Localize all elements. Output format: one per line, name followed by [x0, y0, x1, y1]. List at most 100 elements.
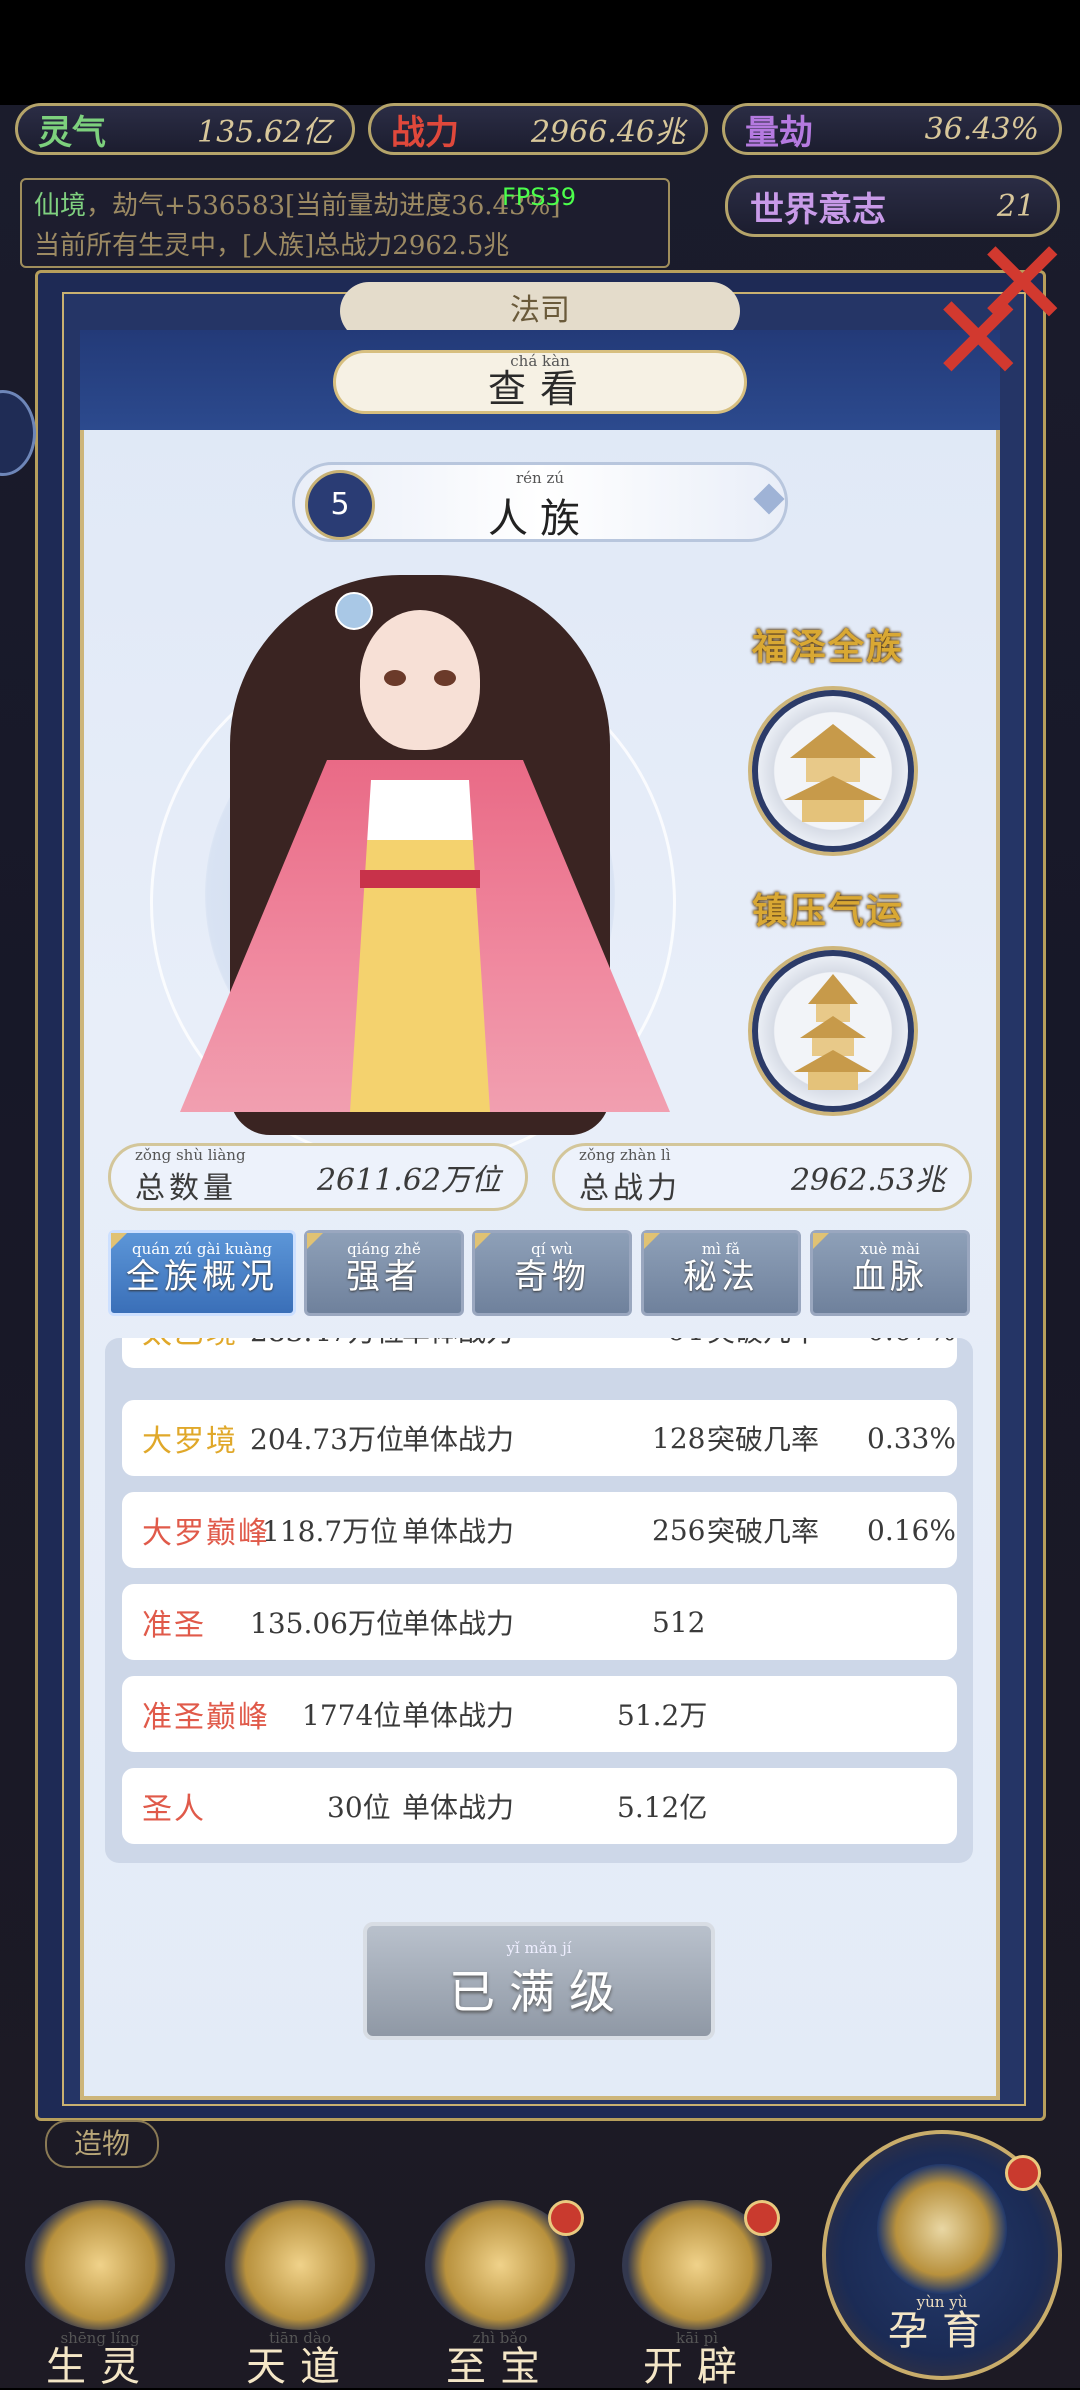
title-text: 查看 — [487, 367, 592, 411]
total-count-label: 总数量 — [135, 1171, 237, 1206]
pavilion-icon[interactable] — [752, 690, 914, 852]
stat-calamity[interactable]: 量劫 36.43% — [722, 103, 1062, 155]
break-rate: 0.16% — [867, 1513, 956, 1547]
total-power-ruby: zǒng zhàn lì — [579, 1146, 671, 1164]
fps-counter: FPS39 — [502, 183, 577, 211]
list-item: 准圣巅峰 1774位 单体战力 51.2万 — [122, 1676, 957, 1752]
tab-label: 全族概况 — [126, 1257, 278, 1297]
list-item: 圣人 30位 单体战力 5.12亿 — [122, 1768, 957, 1844]
character-sash — [360, 870, 480, 888]
tab-label: 血脉 — [852, 1257, 928, 1297]
break-rate: 0.33% — [867, 1421, 956, 1455]
stat-value: 135.62亿 — [197, 115, 332, 150]
button-ruby: yǐ mǎn jí — [506, 1939, 572, 1957]
total-power-value: 2962.53兆 — [790, 1163, 945, 1198]
tab-ruby: xuè mài — [860, 1240, 920, 1258]
nav-heavenly-dao[interactable]: tiān dào 天道 — [215, 2200, 385, 2388]
nav-label: 生灵 — [46, 2344, 154, 2390]
nav-creatures[interactable]: shēng líng 生灵 — [15, 2200, 185, 2388]
hair-flower-icon — [335, 592, 373, 630]
realm-name: 圣人 — [142, 1792, 206, 1827]
realm-list[interactable]: 太乙境 283.47万位 单体战力 64 突破几率 0.67% 大罗境 204.… — [105, 1338, 973, 1863]
realm-name: 太乙境 — [142, 1338, 238, 1352]
total-count-label-group: zǒng shù liàng 总数量 — [135, 1147, 246, 1207]
tab-overview[interactable]: quán zú gài kuàng 全族概况 — [108, 1230, 296, 1316]
realm-name: 准圣巅峰 — [142, 1700, 270, 1735]
stat-label: 战力 — [391, 112, 459, 153]
stat-power[interactable]: 战力 2966.46兆 — [368, 103, 708, 155]
character-face — [360, 610, 480, 750]
list-item: 大罗境 204.73万位 单体战力 128 突破几率 0.33% — [122, 1400, 957, 1476]
power-value: 128 — [652, 1421, 706, 1455]
list-item: 准圣 135.06万位 单体战力 512 — [122, 1584, 957, 1660]
realm-name: 准圣 — [142, 1608, 206, 1643]
realm-count: 30位 — [327, 1791, 391, 1824]
ticker-realm: 仙境 — [34, 191, 87, 221]
power-label: 单体战力 — [402, 1791, 515, 1824]
tab-bloodline[interactable]: xuè mài 血脉 — [810, 1230, 970, 1316]
power-value: 64 — [667, 1338, 703, 1347]
close-dialog-button[interactable]: ✕ — [928, 280, 1029, 400]
max-level-button[interactable]: yǐ mǎn jí 已满级 — [363, 1922, 715, 2040]
power-label: 单体战力 — [402, 1699, 515, 1732]
break-label: 突破几率 — [707, 1338, 819, 1350]
break-label: 突破几率 — [707, 1515, 820, 1548]
realm-count: 118.7万位 — [262, 1515, 399, 1548]
tab-ruby: qí wù — [531, 1240, 573, 1258]
race-number-badge: 5 — [305, 470, 375, 540]
realm-count: 1774位 — [302, 1699, 402, 1732]
total-count-value: 2611.62万位 — [316, 1163, 501, 1198]
notification-dot — [744, 2200, 780, 2236]
pagoda-icon[interactable] — [752, 950, 914, 1112]
power-value: 51.2万 — [617, 1699, 708, 1732]
world-will-label: 世界意志 — [750, 189, 886, 230]
realm-name: 大罗境 — [142, 1424, 238, 1459]
stat-value: 2966.46兆 — [530, 115, 685, 150]
tab-strong[interactable]: qiáng zhě 强者 — [304, 1230, 464, 1316]
stat-value: 36.43% — [924, 111, 1039, 147]
stat-label: 量劫 — [745, 112, 813, 153]
nav-label: 至宝 — [446, 2344, 554, 2390]
total-count-pill: zǒng shù liàng 总数量 2611.62万位 — [108, 1143, 528, 1211]
power-value: 5.12亿 — [617, 1791, 708, 1824]
create-button[interactable]: 造物 — [45, 2120, 159, 2168]
artifact-label-2: 镇压气运 — [752, 890, 905, 932]
tab-ruby: qiáng zhě — [347, 1240, 421, 1258]
tab-label: 秘法 — [683, 1257, 759, 1297]
realm-count: 283.47万位 — [250, 1338, 404, 1350]
power-label: 单体战力 — [402, 1607, 515, 1640]
realm-name: 大罗巅峰 — [142, 1516, 270, 1551]
dialog-title: chá kàn 查看 — [333, 350, 747, 414]
realm-count: 135.06万位 — [250, 1607, 404, 1640]
notification-dot — [1005, 2155, 1041, 2191]
tab-treasures[interactable]: qí wù 奇物 — [472, 1230, 632, 1316]
ticker-text: ，劫气+536583[当前量劫进度36.43%] — [86, 191, 561, 221]
power-label: 单体战力 — [402, 1338, 514, 1350]
ticker-text-2: 当前所有生灵中，[人族]总战力2962.5兆 — [34, 231, 510, 261]
nav-label: 开辟 — [643, 2344, 751, 2390]
race-name-text: 人族 — [488, 496, 592, 542]
list-item: 太乙境 283.47万位 单体战力 64 突破几率 0.67% — [122, 1338, 957, 1368]
total-power-pill: zǒng zhàn lì 总战力 2962.53兆 — [552, 1143, 972, 1211]
artifact-label-1: 福泽全族 — [752, 626, 905, 668]
break-rate: 0.67% — [867, 1338, 956, 1347]
break-label: 突破几率 — [707, 1423, 820, 1456]
tab-ruby: quán zú gài kuàng — [131, 1240, 273, 1258]
character-inner-dress — [350, 780, 490, 1112]
eye-icon — [384, 670, 406, 686]
race-ruby: rén zú — [515, 469, 565, 487]
stat-label: 灵气 — [38, 112, 106, 153]
stat-lingqi[interactable]: 灵气 135.62亿 — [15, 103, 355, 155]
total-power-label: 总战力 — [579, 1171, 681, 1206]
button-label: 已满级 — [449, 1965, 629, 2019]
race-name: rén zú 人族 — [440, 470, 640, 544]
total-count-ruby: zǒng shù liàng — [135, 1146, 246, 1164]
nav-label: 孕育 — [888, 2308, 996, 2354]
tab-secret-arts[interactable]: mì fǎ 秘法 — [641, 1230, 801, 1316]
power-label: 单体战力 — [402, 1423, 515, 1456]
embryo-icon — [877, 2164, 1007, 2294]
notification-dot — [548, 2200, 584, 2236]
status-bar-area — [0, 0, 1080, 105]
list-item: 大罗巅峰 118.7万位 单体战力 256 突破几率 0.16% — [122, 1492, 957, 1568]
total-power-label-group: zǒng zhàn lì 总战力 — [579, 1147, 681, 1207]
